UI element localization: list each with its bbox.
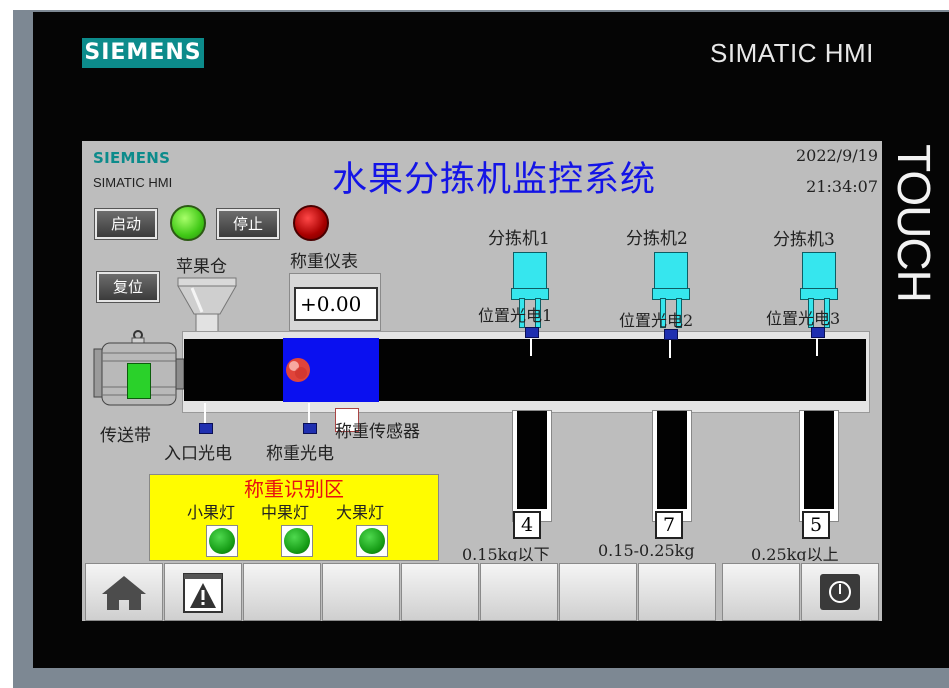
- sorter-2-sensor-label: 位置光电2: [619, 311, 694, 330]
- motor-status-indicator: [127, 363, 151, 399]
- sorter-2-photo-sensor-icon: [664, 329, 678, 340]
- entry-sensor-label: 入口光电: [164, 444, 232, 464]
- sorter-2-plate: [652, 288, 690, 300]
- sorter-3-sensor-stem: [816, 338, 818, 356]
- function-key-7[interactable]: [559, 563, 637, 621]
- sorter-2-label: 分拣机2: [626, 229, 688, 249]
- home-key[interactable]: [85, 563, 163, 621]
- time-display: 21:34:07: [806, 177, 878, 196]
- bin-large: [799, 410, 839, 522]
- start-button[interactable]: 启动: [95, 209, 157, 239]
- home-icon: [102, 576, 146, 610]
- device-touch-label: TOUCH: [888, 144, 940, 302]
- run-indicator-lamp: [170, 205, 206, 241]
- weigh-photo-sensor-icon: [303, 423, 317, 434]
- page-title: 水果分拣机监控系统: [332, 160, 657, 200]
- power-icon: [820, 574, 860, 610]
- bin-medium-count: 7: [655, 511, 683, 539]
- bin-small-count: 4: [513, 511, 541, 539]
- bin-small: [512, 410, 552, 522]
- load-cell-label: 称重传感器: [335, 422, 420, 442]
- entry-sensor-icon: [199, 423, 213, 434]
- screen-model-label: SIMATIC HMI: [93, 175, 173, 190]
- weigh-sensor-label: 称重光电: [266, 444, 334, 464]
- hmi-screen: SIEMENS SIMATIC HMI 水果分拣机监控系统 2022/9/19 …: [82, 141, 882, 621]
- medium-fruit-lamp-label: 中果灯: [261, 503, 310, 522]
- sorter-1-plate: [511, 288, 549, 300]
- bin-medium: [652, 410, 692, 522]
- sorter-3-label: 分拣机3: [773, 230, 835, 250]
- sorter-3-sensor-label: 位置光电3: [766, 309, 841, 328]
- device-brand-logo: SIEMENS: [82, 38, 204, 68]
- alarm-key[interactable]: [164, 563, 242, 621]
- weigh-sensor-stem: [308, 403, 310, 423]
- sorter-2-sensor-stem: [669, 340, 671, 358]
- large-fruit-lamp: [356, 525, 388, 557]
- sorter-3-cylinder-icon: [802, 252, 836, 290]
- small-fruit-lamp: [206, 525, 238, 557]
- scale-value-display: +0.00: [294, 287, 378, 321]
- bin-medium-range: 0.15-0.25kg: [598, 541, 695, 560]
- function-key-4[interactable]: [322, 563, 400, 621]
- stop-button[interactable]: 停止: [217, 209, 279, 239]
- sorter-2-cylinder-icon: [654, 252, 688, 290]
- power-key[interactable]: [801, 563, 879, 621]
- conveyor-label: 传送带: [100, 426, 151, 446]
- sorter-3-plate: [800, 288, 838, 300]
- sorter-1-label: 分拣机1: [488, 229, 550, 249]
- apple-hopper-icon: [177, 277, 237, 335]
- medium-fruit-lamp: [281, 525, 313, 557]
- weigh-recognition-panel: 称重识别区 小果灯 中果灯 大果灯: [149, 474, 439, 561]
- reset-button[interactable]: 复位: [97, 272, 159, 302]
- function-key-8[interactable]: [638, 563, 716, 621]
- scale-label: 称重仪表: [290, 252, 358, 272]
- entry-sensor-stem: [204, 403, 206, 423]
- device-model-label: SIMATIC HMI: [710, 38, 874, 68]
- function-key-bar: [82, 561, 882, 621]
- sorter-1-sensor-label: 位置光电1: [478, 306, 553, 325]
- screen-brand-logo: SIEMENS: [93, 149, 171, 167]
- weigh-recognition-title: 称重识别区: [244, 477, 344, 501]
- stop-indicator-lamp: [293, 205, 329, 241]
- small-fruit-lamp-label: 小果灯: [187, 503, 236, 522]
- sorter-1-cylinder-icon: [513, 252, 547, 290]
- sorter-3-photo-sensor-icon: [811, 327, 825, 338]
- alarm-icon: [183, 573, 223, 613]
- date-display: 2022/9/19: [795, 146, 878, 165]
- function-key-6[interactable]: [480, 563, 558, 621]
- sorter-1-photo-sensor-icon: [525, 327, 539, 338]
- bin-large-count: 5: [802, 511, 830, 539]
- function-key-9[interactable]: [722, 563, 800, 621]
- sorter-1-sensor-stem: [530, 338, 532, 356]
- apple-icon: [286, 358, 310, 382]
- function-key-5[interactable]: [401, 563, 479, 621]
- large-fruit-lamp-label: 大果灯: [336, 503, 385, 522]
- function-key-3[interactable]: [243, 563, 321, 621]
